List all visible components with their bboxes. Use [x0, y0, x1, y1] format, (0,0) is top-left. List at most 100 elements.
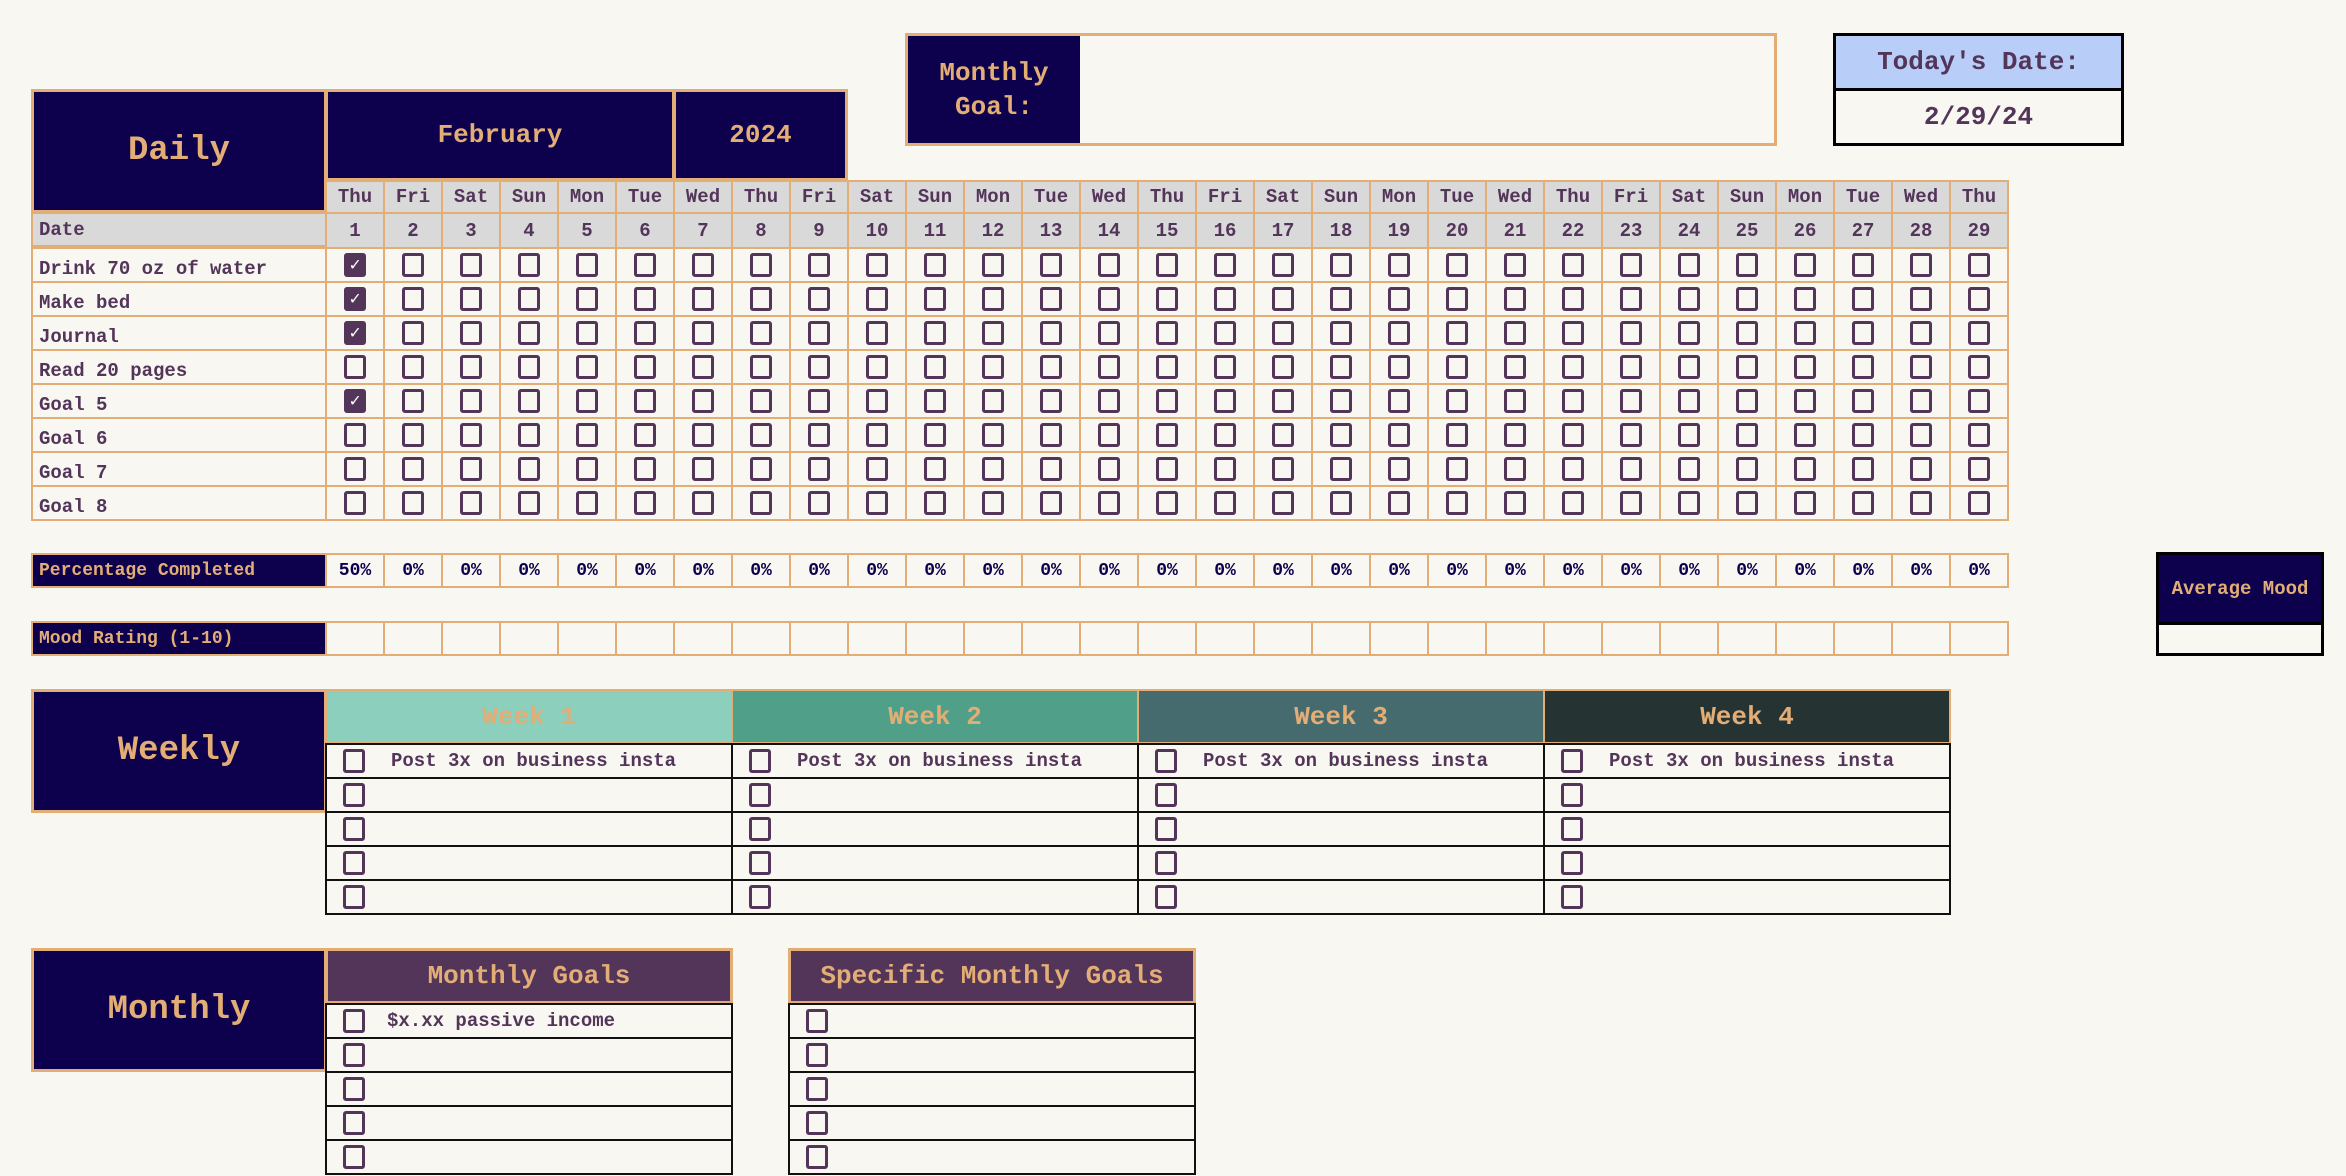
checkbox[interactable]	[750, 457, 772, 481]
checkbox[interactable]	[1910, 491, 1932, 515]
checkbox[interactable]	[1156, 253, 1178, 277]
mood-input[interactable]	[499, 621, 559, 656]
checkbox[interactable]	[576, 355, 598, 379]
checkbox[interactable]	[402, 253, 424, 277]
checkbox[interactable]	[924, 321, 946, 345]
checkbox[interactable]	[1736, 491, 1758, 515]
checkbox[interactable]	[1098, 355, 1120, 379]
checkbox[interactable]	[576, 321, 598, 345]
checkbox[interactable]	[634, 253, 656, 277]
checkbox[interactable]	[1910, 423, 1932, 447]
checkbox[interactable]	[1330, 355, 1352, 379]
checkbox[interactable]	[808, 355, 830, 379]
checkbox[interactable]	[806, 1145, 828, 1169]
checkbox[interactable]	[402, 457, 424, 481]
checkbox[interactable]	[692, 321, 714, 345]
checkbox[interactable]	[692, 287, 714, 311]
mood-input[interactable]	[1833, 621, 1893, 656]
checkbox[interactable]	[576, 491, 598, 515]
checkbox[interactable]	[1446, 253, 1468, 277]
checkbox[interactable]	[343, 783, 365, 807]
checkbox[interactable]	[1214, 389, 1236, 413]
mood-input[interactable]	[847, 621, 907, 656]
checkbox[interactable]	[924, 457, 946, 481]
mood-input[interactable]	[1601, 621, 1661, 656]
checkbox[interactable]	[460, 287, 482, 311]
checkbox[interactable]	[1155, 749, 1177, 773]
checkbox[interactable]	[866, 355, 888, 379]
checkbox[interactable]	[866, 423, 888, 447]
checkbox[interactable]	[1330, 321, 1352, 345]
checkbox[interactable]	[1504, 355, 1526, 379]
checkbox[interactable]	[1620, 389, 1642, 413]
mood-input[interactable]	[615, 621, 675, 656]
checkbox[interactable]	[634, 287, 656, 311]
checkbox[interactable]	[750, 355, 772, 379]
checkbox[interactable]	[402, 423, 424, 447]
checkbox[interactable]	[460, 253, 482, 277]
checkbox[interactable]	[1968, 457, 1990, 481]
checkbox[interactable]	[1446, 457, 1468, 481]
checkbox[interactable]	[343, 1077, 365, 1101]
checkbox[interactable]	[343, 1145, 365, 1169]
checkbox[interactable]	[343, 749, 365, 773]
checkbox[interactable]	[1561, 783, 1583, 807]
checkbox[interactable]	[402, 491, 424, 515]
checkbox[interactable]	[1388, 355, 1410, 379]
checkbox[interactable]	[1620, 287, 1642, 311]
checkbox[interactable]	[808, 253, 830, 277]
checkbox[interactable]	[808, 389, 830, 413]
checkbox[interactable]	[982, 491, 1004, 515]
checkbox[interactable]	[1388, 287, 1410, 311]
checkbox-checked[interactable]: ✓	[344, 321, 366, 345]
checkbox[interactable]	[1562, 321, 1584, 345]
checkbox[interactable]	[1155, 885, 1177, 909]
checkbox[interactable]	[1910, 253, 1932, 277]
checkbox[interactable]	[866, 321, 888, 345]
checkbox[interactable]	[1852, 423, 1874, 447]
mood-input[interactable]	[1021, 621, 1081, 656]
checkbox[interactable]	[1156, 321, 1178, 345]
checkbox[interactable]	[1736, 355, 1758, 379]
checkbox[interactable]	[808, 287, 830, 311]
checkbox[interactable]	[1098, 457, 1120, 481]
checkbox[interactable]	[1852, 253, 1874, 277]
checkbox[interactable]	[982, 423, 1004, 447]
checkbox[interactable]	[1330, 423, 1352, 447]
checkbox[interactable]	[1620, 321, 1642, 345]
checkbox[interactable]	[1040, 423, 1062, 447]
checkbox[interactable]	[1504, 287, 1526, 311]
checkbox[interactable]	[924, 287, 946, 311]
checkbox[interactable]	[750, 423, 772, 447]
checkbox[interactable]	[1968, 321, 1990, 345]
checkbox[interactable]	[1098, 389, 1120, 413]
checkbox[interactable]	[692, 355, 714, 379]
checkbox[interactable]	[750, 389, 772, 413]
checkbox[interactable]	[1446, 491, 1468, 515]
checkbox[interactable]	[1388, 491, 1410, 515]
checkbox[interactable]	[1156, 423, 1178, 447]
checkbox[interactable]	[576, 457, 598, 481]
checkbox[interactable]	[1214, 423, 1236, 447]
checkbox[interactable]	[1678, 287, 1700, 311]
checkbox[interactable]	[1156, 491, 1178, 515]
checkbox[interactable]	[924, 491, 946, 515]
checkbox[interactable]	[1678, 457, 1700, 481]
checkbox[interactable]	[1910, 389, 1932, 413]
checkbox[interactable]	[518, 355, 540, 379]
checkbox[interactable]	[1561, 851, 1583, 875]
checkbox[interactable]	[749, 885, 771, 909]
checkbox[interactable]	[749, 851, 771, 875]
checkbox[interactable]	[1446, 423, 1468, 447]
checkbox[interactable]	[749, 783, 771, 807]
checkbox[interactable]	[1910, 287, 1932, 311]
mood-input[interactable]	[557, 621, 617, 656]
checkbox[interactable]	[924, 423, 946, 447]
checkbox[interactable]	[1736, 253, 1758, 277]
checkbox[interactable]	[460, 355, 482, 379]
checkbox[interactable]	[460, 457, 482, 481]
checkbox[interactable]	[1678, 253, 1700, 277]
checkbox[interactable]	[806, 1077, 828, 1101]
checkbox[interactable]	[1098, 491, 1120, 515]
checkbox[interactable]	[1794, 423, 1816, 447]
